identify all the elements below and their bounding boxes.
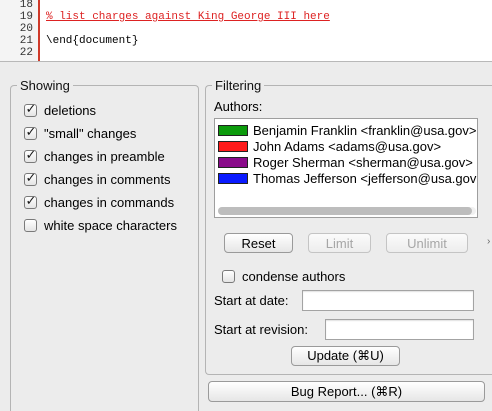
- option-changes-in-commands[interactable]: ✓ changes in commands: [24, 193, 174, 211]
- scrollbar-thumb[interactable]: [218, 207, 472, 215]
- line-number: 20: [19, 23, 33, 35]
- author-name: Roger Sherman <sherman@usa.gov>: [253, 154, 473, 170]
- commands-checkbox[interactable]: ✓: [24, 193, 37, 209]
- authors-list[interactable]: Benjamin Franklin <franklin@usa.gov> Joh…: [214, 118, 478, 218]
- reset-button[interactable]: Reset: [224, 233, 293, 253]
- author-color-swatch: [218, 124, 248, 136]
- author-item[interactable]: Benjamin Franklin <franklin@usa.gov>: [218, 122, 476, 138]
- code-text: \end{document}: [46, 35, 139, 47]
- option-label: "small" changes: [44, 125, 137, 141]
- unlimit-button[interactable]: Unlimit: [386, 233, 468, 253]
- option-label: deletions: [44, 102, 97, 118]
- author-color-swatch: [218, 140, 248, 152]
- option-white-space[interactable]: white space characters: [24, 216, 177, 234]
- checkmark-icon: ✓: [25, 124, 37, 139]
- update-button[interactable]: Update (⌘U): [291, 346, 400, 366]
- checkmark-icon: ✓: [25, 193, 37, 208]
- comments-checkbox[interactable]: ✓: [24, 170, 37, 186]
- line-number: 19: [19, 11, 33, 23]
- author-item[interactable]: Thomas Jefferson <jefferson@usa.gov>: [218, 170, 478, 186]
- line-number: 18: [19, 0, 33, 11]
- line-number: 21: [19, 35, 33, 47]
- start-revision-input[interactable]: [325, 319, 474, 340]
- small-changes-checkbox[interactable]: ✓: [24, 124, 37, 140]
- code-line: 20: [0, 23, 492, 35]
- author-color-swatch: [218, 156, 248, 168]
- author-name: Thomas Jefferson <jefferson@usa.gov>: [253, 170, 478, 186]
- option-label: changes in comments: [44, 171, 171, 187]
- checkmark-icon: ✓: [25, 101, 37, 116]
- resize-hint-icon: ›: [487, 236, 491, 247]
- option-small-changes[interactable]: ✓ "small" changes: [24, 124, 136, 142]
- option-label: changes in commands: [44, 194, 175, 210]
- start-date-label: Start at date:: [214, 293, 289, 308]
- code-editor[interactable]: 18 19 % list charges against King George…: [0, 0, 492, 62]
- author-name: John Adams <adams@usa.gov>: [253, 138, 442, 154]
- option-deletions[interactable]: ✓ deletions: [24, 101, 96, 119]
- horizontal-scrollbar[interactable]: [218, 207, 476, 215]
- code-line: 22: [0, 47, 492, 59]
- author-item[interactable]: John Adams <adams@usa.gov>: [218, 138, 441, 154]
- white-space-checkbox[interactable]: [24, 218, 37, 232]
- code-line: 21 \end{document}: [0, 35, 492, 47]
- checkmark-icon: ✓: [25, 170, 37, 185]
- code-line: 18: [0, 0, 492, 11]
- filtering-group-title: Filtering: [215, 78, 262, 93]
- condense-authors-option[interactable]: condense authors: [222, 267, 345, 285]
- option-changes-in-preamble[interactable]: ✓ changes in preamble: [24, 147, 165, 165]
- preamble-checkbox[interactable]: ✓: [24, 147, 37, 163]
- option-label: changes in preamble: [44, 148, 165, 164]
- author-name: Benjamin Franklin <franklin@usa.gov>: [253, 122, 477, 138]
- condense-authors-label: condense authors: [242, 268, 346, 284]
- authors-label: Authors:: [214, 99, 263, 114]
- code-comment-text: % list charges against King George III h…: [46, 11, 330, 23]
- checkmark-icon: ✓: [25, 147, 37, 162]
- author-color-swatch: [218, 172, 248, 184]
- showing-group-title: Showing: [20, 78, 70, 93]
- author-item[interactable]: Roger Sherman <sherman@usa.gov>: [218, 154, 473, 170]
- start-date-input[interactable]: [302, 290, 474, 311]
- line-number: 22: [19, 47, 33, 59]
- option-label: white space characters: [44, 217, 177, 233]
- limit-button[interactable]: Limit: [308, 233, 371, 253]
- start-revision-label: Start at revision:: [214, 322, 308, 337]
- code-line: 19 % list charges against King George II…: [0, 11, 492, 23]
- bug-report-button[interactable]: Bug Report... (⌘R): [208, 381, 485, 402]
- condense-authors-checkbox[interactable]: [222, 269, 235, 283]
- deletions-checkbox[interactable]: ✓: [24, 101, 37, 117]
- option-changes-in-comments[interactable]: ✓ changes in comments: [24, 170, 170, 188]
